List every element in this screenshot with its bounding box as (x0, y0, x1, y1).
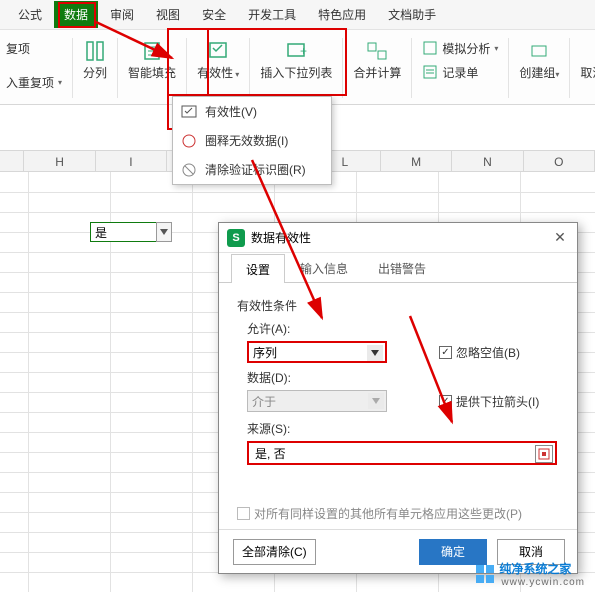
allow-value: 序列 (253, 344, 277, 361)
source-label: 来源(S): (247, 420, 559, 437)
watermark-url: www.ycwin.com (501, 577, 585, 588)
chevron-down-icon: ▾ (555, 70, 559, 79)
dropdown-item-circle-invalid[interactable]: 圈释无效数据(I) (173, 126, 331, 155)
chevron-down-icon: ▾ (494, 44, 498, 53)
ribbon: 复项 入重复项▾ 分列 智能填充 有效性 ▾ + 插入下拉列表 合并计算 模拟分… (0, 30, 595, 105)
tab-error-alert[interactable]: 出错警告 (363, 253, 441, 282)
menu-security[interactable]: 安全 (192, 1, 236, 28)
data-label: 数据(D): (247, 369, 559, 386)
dropdown-item-label: 清除验证标识圈(R) (205, 161, 306, 178)
cell-dropdown-arrow[interactable] (156, 222, 172, 242)
active-cell-value: 是 (95, 224, 107, 241)
column-header[interactable]: I (96, 151, 167, 171)
validity-icon (181, 104, 197, 120)
data-combobox: 介于 (247, 390, 387, 412)
record-form-icon (422, 64, 438, 80)
smart-fill-icon (141, 40, 163, 62)
source-input[interactable]: 是, 否 (247, 441, 557, 465)
dialog-titlebar[interactable]: S 数据有效性 ✕ (219, 223, 577, 253)
dropdown-item-label: 有效性(V) (205, 103, 257, 120)
create-group-icon (528, 40, 550, 62)
ribbon-dup-line2[interactable]: 入重复项▾ (2, 72, 66, 92)
menu-formula[interactable]: 公式 (8, 1, 52, 28)
column-header[interactable]: H (24, 151, 95, 171)
dialog-tabs: 设置 输入信息 出错警告 (219, 253, 577, 283)
sim-analysis-icon (422, 40, 438, 56)
validity-dropdown-menu: 有效性(V) 圈释无效数据(I) 清除验证标识圈(R) (172, 96, 332, 185)
checkbox-icon: ✓ (439, 395, 452, 408)
watermark-logo-icon (475, 564, 495, 584)
watermark: 纯净系统之家 www.ycwin.com (475, 560, 585, 588)
ribbon-sim-analysis[interactable]: 模拟分析▾ (418, 38, 502, 58)
annotation-highlight-menu (58, 2, 96, 28)
dialog-body: 有效性条件 允许(A): 序列 ✓ 忽略空值(B) 数据(D): 介于 ✓ 提供… (219, 283, 577, 532)
menu-special[interactable]: 特色应用 (308, 1, 376, 28)
checkbox-icon: ✓ (439, 346, 452, 359)
criteria-heading: 有效性条件 (237, 297, 559, 314)
consolidate-icon (366, 40, 388, 62)
range-picker-icon[interactable] (535, 445, 553, 463)
col-gutter (0, 151, 24, 171)
data-value: 介于 (252, 393, 276, 410)
data-validation-dialog: S 数据有效性 ✕ 设置 输入信息 出错警告 有效性条件 允许(A): 序列 ✓… (218, 222, 578, 574)
dropdown-item-label: 圈释无效数据(I) (205, 132, 288, 149)
app-icon: S (227, 229, 245, 247)
chevron-down-icon: ▾ (58, 78, 62, 87)
watermark-brand: 纯净系统之家 (499, 560, 585, 577)
dropdown-item-validity[interactable]: 有效性(V) (173, 97, 331, 126)
provide-dropdown-checkbox[interactable]: ✓ 提供下拉箭头(I) (439, 393, 539, 410)
circle-invalid-icon (181, 133, 197, 149)
column-header[interactable]: O (524, 151, 595, 171)
tab-input-message[interactable]: 输入信息 (285, 253, 363, 282)
chevron-down-icon (367, 345, 383, 361)
allow-label: 允许(A): (247, 320, 559, 337)
column-header[interactable]: M (381, 151, 452, 171)
clear-circles-icon (181, 162, 197, 178)
clear-all-button[interactable]: 全部清除(C) (233, 539, 316, 565)
annotation-highlight-ribbon (167, 28, 347, 96)
menu-dochelper[interactable]: 文档助手 (378, 1, 446, 28)
dropdown-item-clear-circles[interactable]: 清除验证标识圈(R) (173, 155, 331, 184)
active-cell[interactable]: 是 (90, 222, 172, 242)
menu-review[interactable]: 审阅 (100, 1, 144, 28)
ribbon-dup-line1[interactable]: 复项 (2, 38, 34, 58)
split-column-icon (84, 40, 106, 62)
ribbon-ungroup[interactable]: 取消组合▾ (576, 38, 595, 83)
source-value: 是, 否 (255, 445, 286, 462)
column-header[interactable]: N (452, 151, 523, 171)
menu-view[interactable]: 视图 (146, 1, 190, 28)
ignore-blank-checkbox[interactable]: ✓ 忽略空值(B) (439, 344, 520, 361)
ribbon-split-column[interactable]: 分列 (79, 38, 111, 83)
allow-combobox[interactable]: 序列 (247, 341, 387, 363)
close-button[interactable]: ✕ (549, 227, 571, 247)
ribbon-record-form[interactable]: 记录单 (418, 62, 482, 82)
menu-devtools[interactable]: 开发工具 (238, 1, 306, 28)
ribbon-create-group[interactable]: 创建组▾ (515, 38, 563, 83)
tab-settings[interactable]: 设置 (231, 254, 285, 283)
dialog-title: 数据有效性 (251, 229, 311, 246)
apply-all-checkbox: 对所有同样设置的其他所有单元格应用这些更改(P) (237, 505, 559, 522)
checkbox-icon (237, 507, 250, 520)
ribbon-consolidate[interactable]: 合并计算 (349, 38, 405, 83)
chevron-down-icon (368, 393, 384, 409)
